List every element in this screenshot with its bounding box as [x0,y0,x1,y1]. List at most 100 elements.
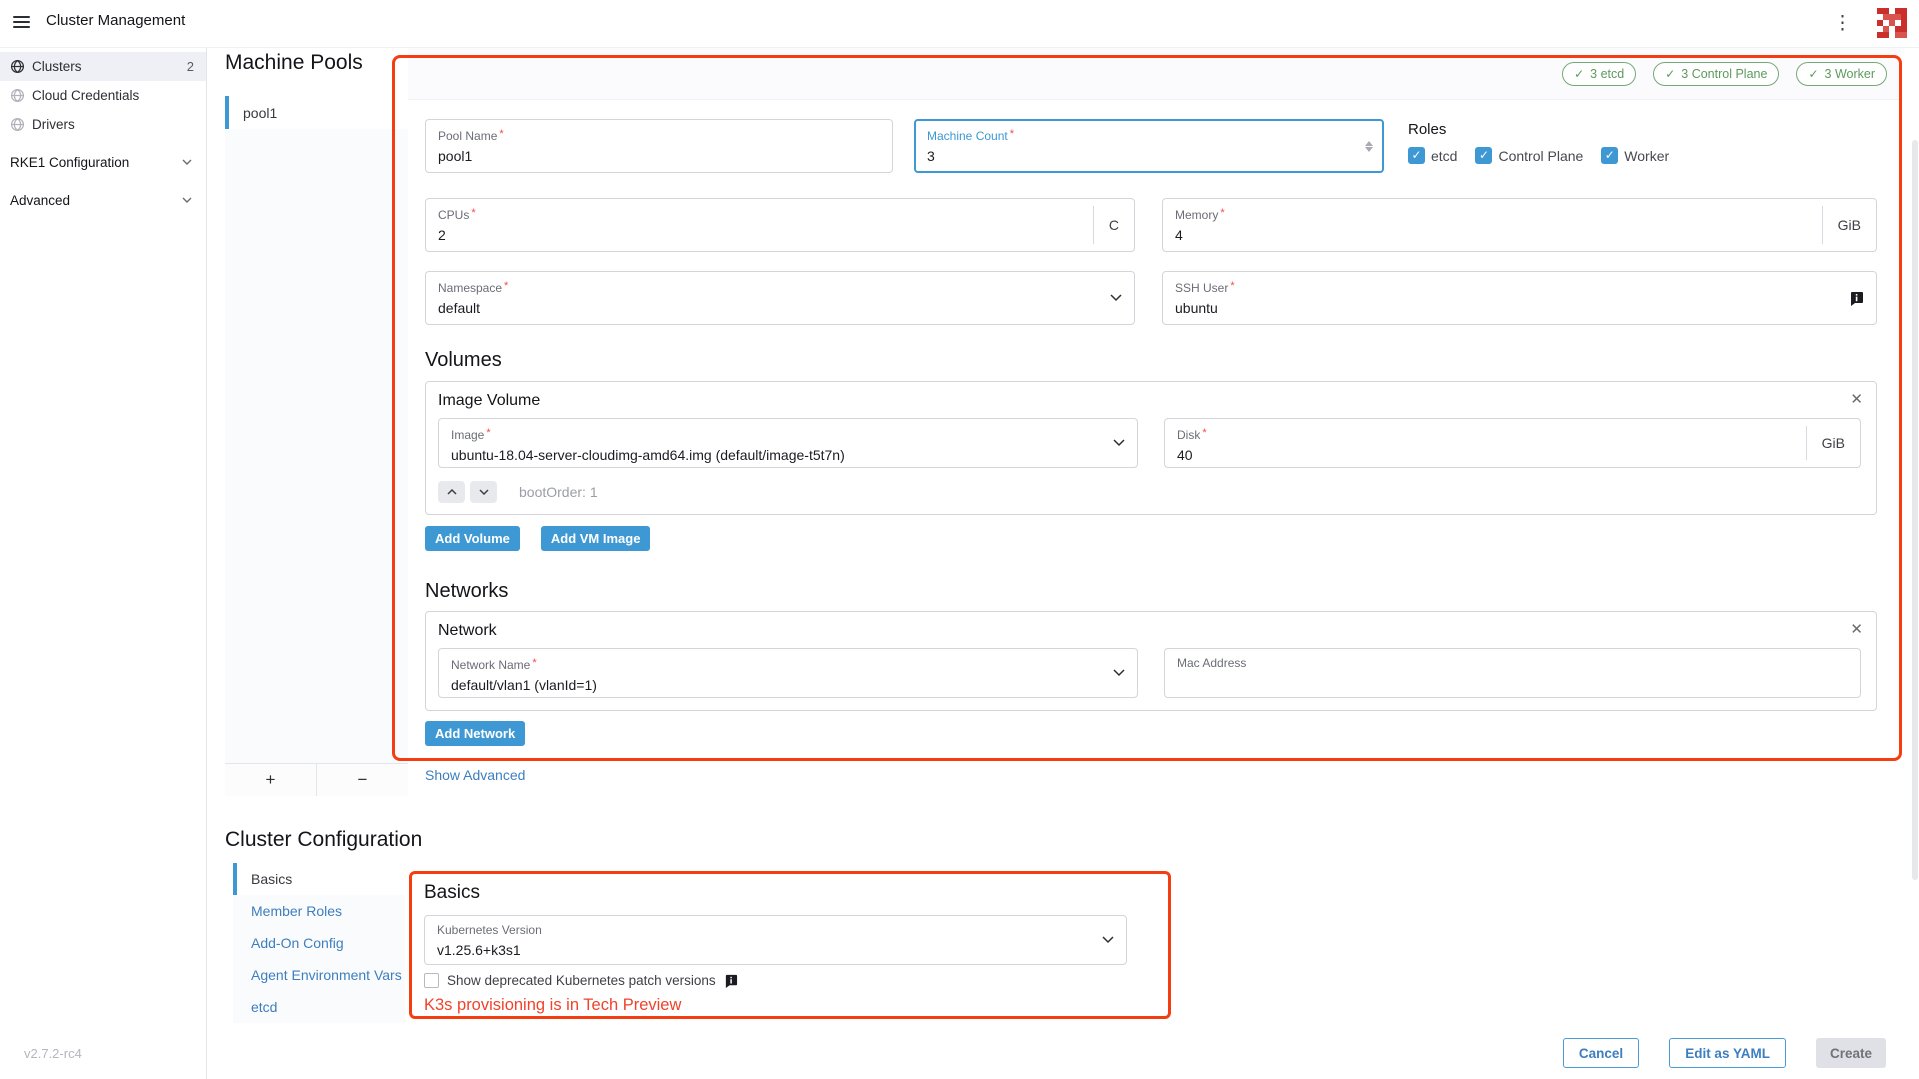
volumes-section-title: Volumes [425,349,1877,372]
info-tooltip-icon[interactable] [724,974,738,988]
chevron-down-icon [1113,439,1125,447]
remove-pool-button[interactable]: − [317,764,408,796]
show-advanced-link[interactable]: Show Advanced [425,767,525,783]
cluster-configuration-title: Cluster Configuration [225,828,422,852]
etcd-count-badge: ✓3 etcd [1562,62,1636,86]
role-checkbox-control-plane[interactable]: ✓ Control Plane [1475,147,1583,164]
show-deprecated-checkbox[interactable]: Show deprecated Kubernetes patch version… [424,973,1156,988]
machine-pool-form-panel: ✓3 etcd ✓3 Control Plane ✓3 Worker Pool … [408,48,1901,796]
cpus-field[interactable]: CPUs 2 C [425,198,1135,252]
machine-count-stepper[interactable] [1365,121,1373,171]
checkbox-checked-icon: ✓ [1601,147,1618,164]
disk-unit-suffix: GiB [1806,419,1860,467]
globe-icon [10,88,25,103]
checkbox-checked-icon: ✓ [1475,147,1492,164]
info-tooltip-icon[interactable] [1849,291,1864,306]
avatar[interactable] [1877,8,1907,38]
memory-unit-suffix: GiB [1822,199,1876,251]
sidebar-item-clusters[interactable]: Clusters 2 [0,52,206,81]
ssh-user-field[interactable]: SSH User ubuntu [1162,271,1877,325]
sidebar-group-rke1-configuration[interactable]: RKE1 Configuration [0,147,206,177]
checkbox-unchecked-icon [424,973,439,988]
network-card-title: Network [438,622,1864,640]
arrow-down-icon [479,489,489,495]
top-header: Cluster Management ⋮ [0,0,1919,48]
hamburger-menu-icon[interactable] [13,16,30,30]
cpus-unit-suffix: C [1093,199,1134,251]
scrollbar[interactable] [1912,140,1918,880]
add-volume-button[interactable]: Add Volume [425,526,520,551]
role-checkbox-etcd[interactable]: ✓ etcd [1408,147,1457,164]
bottom-action-bar: Cancel Edit as YAML Create [1563,1038,1886,1068]
network-card: Network ✕ Network Name default/vlan1 (vl… [425,611,1877,711]
add-pool-button[interactable]: + [225,764,317,796]
close-icon[interactable]: ✕ [1850,622,1863,637]
tech-preview-warning: K3s provisioning is in Tech Preview [424,996,1156,1015]
image-volume-card-title: Image Volume [438,392,1864,410]
kubernetes-version-select[interactable]: Kubernetes Version v1.25.6+k3s1 [424,915,1127,965]
check-icon: ✓ [1574,67,1584,81]
app-title: Cluster Management [46,12,185,29]
kebab-menu-icon[interactable]: ⋮ [1833,10,1849,38]
memory-field[interactable]: Memory 4 GiB [1162,198,1877,252]
tab-basics[interactable]: Basics [233,863,405,895]
sidebar-item-label: Clusters [32,59,82,74]
sidebar-group-advanced[interactable]: Advanced [0,185,206,215]
machine-count-field[interactable]: Machine Count 3 [914,119,1384,173]
move-volume-down-button[interactable] [470,481,497,503]
move-volume-up-button[interactable] [438,481,465,503]
edit-as-yaml-button[interactable]: Edit as YAML [1669,1038,1786,1068]
tab-member-roles[interactable]: Member Roles [233,895,405,927]
boot-order-label: bootOrder: 1 [519,484,598,500]
pool-tab-pool1[interactable]: pool1 [225,96,408,129]
version-label: v2.7.2-rc4 [24,1046,82,1061]
namespace-select[interactable]: Namespace default [425,271,1135,325]
image-volume-card: Image Volume ✕ Image ubuntu-18.04-server… [425,381,1877,515]
tab-add-on-config[interactable]: Add-On Config [233,927,405,959]
chevron-down-icon [1113,669,1125,677]
globe-icon [10,117,25,132]
sidebar-item-label: Drivers [32,117,75,132]
chevron-down-icon [182,197,192,203]
network-name-select[interactable]: Network Name default/vlan1 (vlanId=1) [438,648,1138,698]
cluster-config-tab-strip: Basics Member Roles Add-On Config Agent … [233,863,405,1023]
chevron-down-icon [1110,294,1122,302]
chevron-down-icon [182,159,192,165]
control-plane-count-badge: ✓3 Control Plane [1653,62,1779,86]
tab-agent-environment-vars[interactable]: Agent Environment Vars [233,959,405,991]
arrow-up-icon [447,489,457,495]
role-checkbox-worker[interactable]: ✓ Worker [1601,147,1669,164]
add-vm-image-button[interactable]: Add VM Image [541,526,651,551]
check-icon: ✓ [1665,67,1675,81]
left-sidebar: Clusters 2 Cloud Credentials Drivers RKE… [0,48,207,1079]
clusters-count-badge: 2 [187,59,194,74]
check-icon: ✓ [1808,67,1818,81]
machine-pool-tab-strip: pool1 + − [225,96,408,796]
sidebar-group-label: RKE1 Configuration [10,155,129,170]
networks-section-title: Networks [425,580,1877,603]
basics-panel-title: Basics [424,882,1156,904]
pool-strip-footer: + − [225,763,408,796]
pool-name-field[interactable]: Pool Name pool1 [425,119,893,173]
role-count-badge-row: ✓3 etcd ✓3 Control Plane ✓3 Worker [408,48,1901,100]
basics-panel: Basics Kubernetes Version v1.25.6+k3s1 S… [412,874,1168,1016]
add-network-button[interactable]: Add Network [425,721,525,746]
roles-block: Roles ✓ etcd ✓ Control Plane ✓ Worker [1408,119,1669,173]
globe-icon [10,59,25,74]
worker-count-badge: ✓3 Worker [1796,62,1887,86]
roles-label: Roles [1408,121,1669,138]
checkbox-checked-icon: ✓ [1408,147,1425,164]
sidebar-item-drivers[interactable]: Drivers [0,110,206,139]
tab-etcd[interactable]: etcd [233,991,405,1023]
chevron-down-icon [1102,936,1114,944]
cancel-button[interactable]: Cancel [1563,1038,1639,1068]
disk-field[interactable]: Disk 40 GiB [1164,418,1861,468]
create-button[interactable]: Create [1816,1038,1886,1068]
image-select[interactable]: Image ubuntu-18.04-server-cloudimg-amd64… [438,418,1138,468]
sidebar-group-label: Advanced [10,193,70,208]
close-icon[interactable]: ✕ [1850,392,1863,407]
mac-address-field[interactable]: Mac Address [1164,648,1861,698]
sidebar-item-cloud-credentials[interactable]: Cloud Credentials [0,81,206,110]
sidebar-item-label: Cloud Credentials [32,88,139,103]
machine-pools-title: Machine Pools [225,51,363,75]
